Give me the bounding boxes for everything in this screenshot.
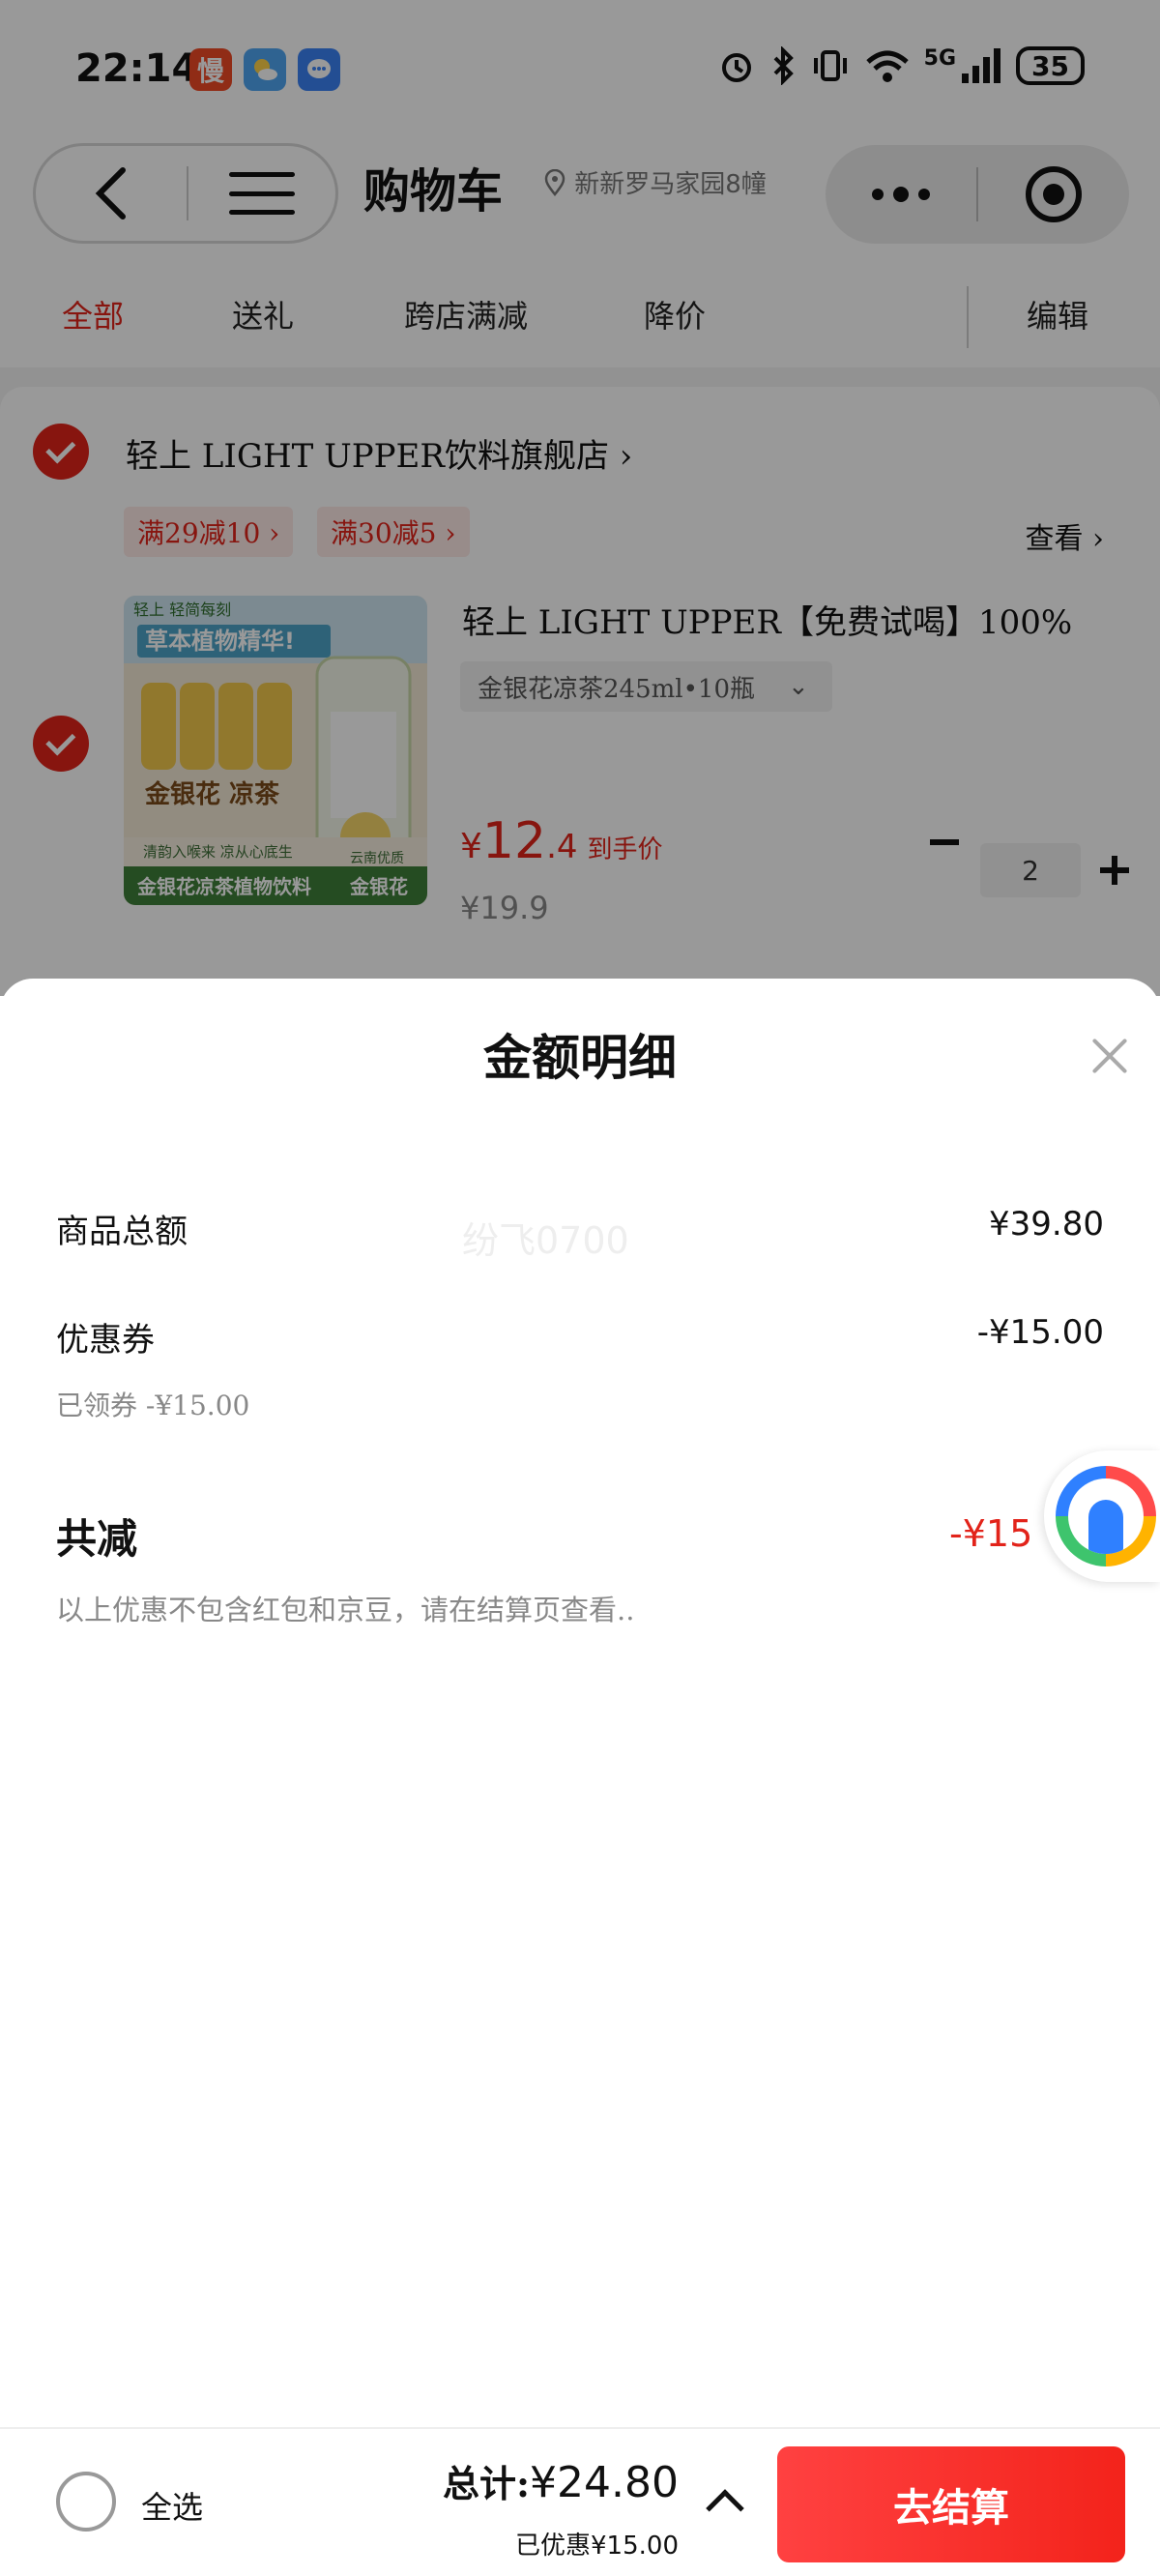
saved-value: ¥15.00 <box>591 2532 679 2561</box>
close-icon[interactable] <box>1090 1037 1129 1075</box>
total-amount: 总计:¥24.80 <box>443 2454 679 2507</box>
customer-service-icon <box>1056 1466 1156 1566</box>
total-label: 总计: <box>443 2462 531 2505</box>
chevron-up-icon[interactable] <box>706 2489 744 2528</box>
cart-page-background: 22:14 慢 5G 35 购物车 新新罗马家园8幢 全部 送礼 跨店满减 降价… <box>0 0 1160 996</box>
select-all-checkbox[interactable] <box>56 2472 116 2532</box>
total-value: ¥24.80 <box>530 2458 679 2507</box>
saved-amount: 已优惠¥15.00 <box>515 2526 679 2561</box>
discount-note: 以上优惠不包含红包和京豆，请在结算页查看.. <box>56 1594 635 1626</box>
watermark: 纷飞0700 <box>462 1219 629 1262</box>
total-discount-label: 共减 <box>56 1515 138 1563</box>
saved-label: 已优惠 <box>515 2532 592 2561</box>
coupon-value: -¥15.00 <box>976 1313 1104 1352</box>
checkout-button[interactable]: 去结算 <box>777 2446 1125 2562</box>
coupon-claimed: 已领券 -¥15.00 <box>56 1390 250 1421</box>
dim-overlay[interactable] <box>0 0 1160 996</box>
subtotal-label: 商品总额 <box>56 1213 188 1251</box>
amount-detail-sheet: 金额明细 商品总额 ¥39.80 纷飞0700 优惠券 -¥15.00 已领券 … <box>0 979 1160 2427</box>
coupon-label: 优惠券 <box>56 1321 155 1360</box>
checkout-bar: 全选 总计:¥24.80 已优惠¥15.00 去结算 <box>0 2427 1160 2576</box>
subtotal-value: ¥39.80 <box>989 1205 1104 1244</box>
select-all-label[interactable]: 全选 <box>141 2483 203 2528</box>
sheet-title: 金额明细 <box>483 1029 677 1086</box>
total-discount-value: -¥15 <box>949 1512 1033 1555</box>
